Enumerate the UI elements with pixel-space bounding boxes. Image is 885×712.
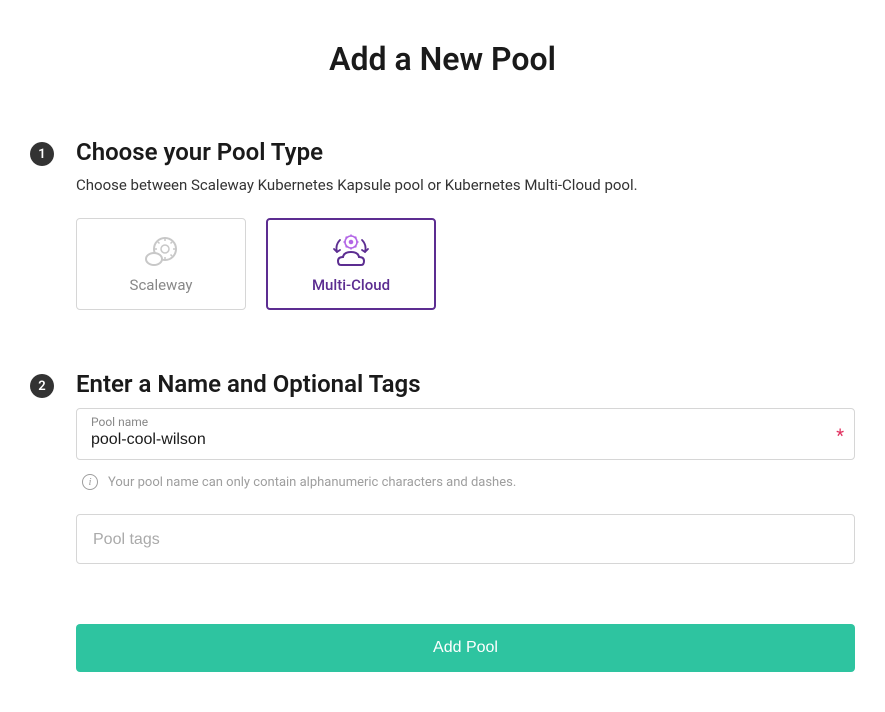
step-1-content: Choose your Pool Type Choose between Sca…: [76, 138, 855, 310]
pool-tags-group: [76, 514, 855, 564]
pool-name-input[interactable]: [91, 431, 840, 449]
page-title: Add a New Pool: [30, 40, 855, 78]
multicloud-icon: [327, 234, 375, 270]
step-2-title: Enter a Name and Optional Tags: [76, 370, 855, 398]
pool-tags-input[interactable]: [93, 531, 838, 549]
step-pool-type: 1 Choose your Pool Type Choose between S…: [30, 138, 855, 310]
scaleway-icon: [141, 234, 181, 270]
step-number-1: 1: [30, 142, 54, 166]
pool-type-scaleway[interactable]: Scaleway: [76, 218, 246, 310]
step-name-tags: 2 Enter a Name and Optional Tags Pool na…: [30, 370, 855, 564]
step-1-description: Choose between Scaleway Kubernetes Kapsu…: [76, 176, 855, 194]
step-number-2: 2: [30, 374, 54, 398]
add-pool-button[interactable]: Add Pool: [76, 624, 855, 672]
multicloud-label: Multi-Cloud: [312, 276, 390, 294]
required-star-icon: *: [836, 426, 844, 447]
pool-name-label: Pool name: [91, 415, 840, 429]
submit-area: Add Pool: [76, 624, 855, 672]
pool-name-group: Pool name *: [76, 408, 855, 460]
pool-type-multicloud[interactable]: Multi-Cloud: [266, 218, 436, 310]
pool-name-help-row: i Your pool name can only contain alphan…: [76, 474, 855, 490]
scaleway-label: Scaleway: [130, 276, 193, 294]
info-icon: i: [82, 474, 98, 490]
pool-type-options: Scaleway: [76, 218, 855, 310]
step-2-content: Enter a Name and Optional Tags Pool name…: [76, 370, 855, 564]
step-1-title: Choose your Pool Type: [76, 138, 855, 166]
pool-name-help-text: Your pool name can only contain alphanum…: [108, 475, 516, 490]
